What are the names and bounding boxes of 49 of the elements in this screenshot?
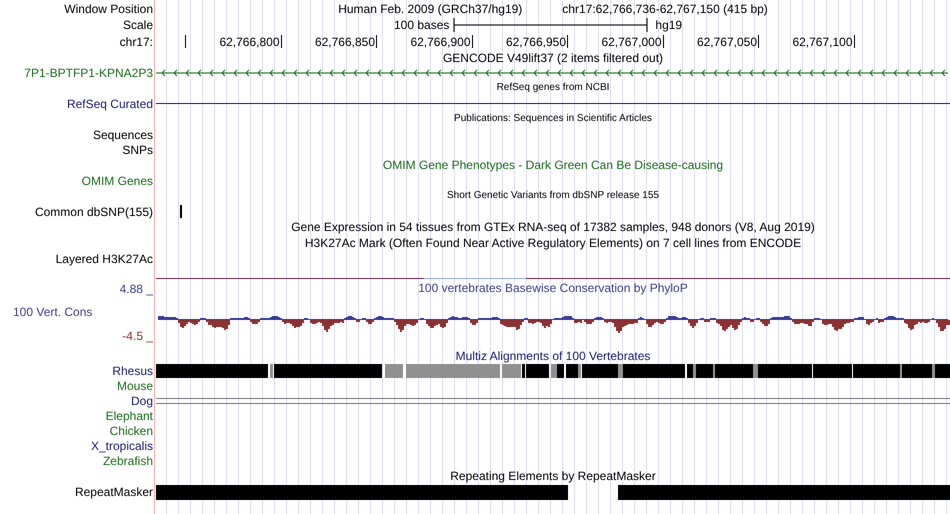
axis-min-label: -4.5 _	[122, 330, 153, 342]
track-title: Repeating Elements by RepeatMasker	[450, 470, 656, 482]
track-label[interactable]: Mouse	[116, 380, 153, 392]
track-label[interactable]: X_tropicalis	[90, 440, 153, 452]
position-text: chr17:62,766,736-62,767,150 (415 bp)	[562, 2, 768, 14]
ruler-label: 62,766,850	[314, 36, 375, 48]
track-title: GENCODE V49lift37 (2 items filtered out)	[442, 52, 664, 64]
track-label[interactable]: RepeatMasker	[74, 486, 153, 498]
track-title: Gene Expression in 54 tissues from GTEx RNA-seq of 17382 samples, 948 donors (V8, Aug 2019)	[291, 221, 815, 233]
track-label[interactable]: Chicken	[110, 424, 153, 436]
track-title: 100 vertebrates Basewise Conservation by PhyloP	[418, 282, 688, 294]
track-description: RefSeq genes from NCBI	[496, 83, 610, 93]
ruler-label: 62,766,950	[506, 36, 566, 48]
track-label: chr17:	[120, 36, 153, 48]
track-label[interactable]: Rhesus	[112, 365, 153, 377]
track-label[interactable]: 7P1-BPTFP1-KPNA2P3	[24, 67, 153, 79]
ruler-label: 62,767,000	[601, 36, 662, 48]
ruler-label: 62,766,900	[410, 36, 470, 48]
track-label[interactable]: Layered H3K27Ac	[56, 252, 153, 264]
track-title: Multiz Alignments of 100 Vertebrates	[456, 350, 650, 362]
axis-max-label: 4.88 _	[120, 283, 153, 295]
track-label[interactable]: RefSeq Curated	[66, 98, 153, 110]
ruler-label: 62,767,100	[792, 36, 852, 48]
track-description: Publications: Sequences in Scientific Articles	[454, 114, 652, 124]
track-label[interactable]: Dog	[130, 394, 153, 406]
track-title: OMIM Gene Phenotypes - Dark Green Can Be Disease-causing	[382, 159, 724, 171]
track-title: H3K27Ac Mark (Often Found Near Active Regulatory Elements) on 7 cell lines from ENCODE	[304, 237, 802, 249]
track-label[interactable]: Common dbSNP(155)	[34, 206, 153, 218]
assembly-title: Human Feb. 2009 (GRCh37/hg19)	[338, 2, 522, 14]
ruler-tick	[567, 35, 568, 48]
track-description: Short Genetic Variants from dbSNP release 155	[447, 191, 659, 201]
track-label: Scale	[122, 19, 153, 31]
track-label[interactable]: Elephant	[106, 410, 153, 422]
ruler-label: 62,766,800	[219, 36, 280, 48]
track-label[interactable]: SNPs	[122, 144, 153, 156]
ruler-tick	[376, 35, 377, 48]
scale-assembly: hg19	[655, 19, 682, 31]
ruler-tick	[280, 35, 282, 48]
ruler-tick	[662, 35, 664, 48]
ruler-label: 62,767,050	[696, 36, 757, 48]
track-label[interactable]: OMIM Genes	[82, 174, 153, 186]
ruler-tick	[185, 35, 186, 48]
track-label: Window Position	[64, 2, 153, 14]
ruler-tick	[758, 35, 759, 48]
track-label[interactable]: Zebrafish	[102, 454, 153, 466]
track-label[interactable]: 100 Vert. Cons	[13, 306, 92, 318]
track-label[interactable]: Sequences	[92, 128, 153, 140]
scale-length: 100 bases	[394, 19, 450, 31]
snp-mark	[180, 205, 182, 218]
